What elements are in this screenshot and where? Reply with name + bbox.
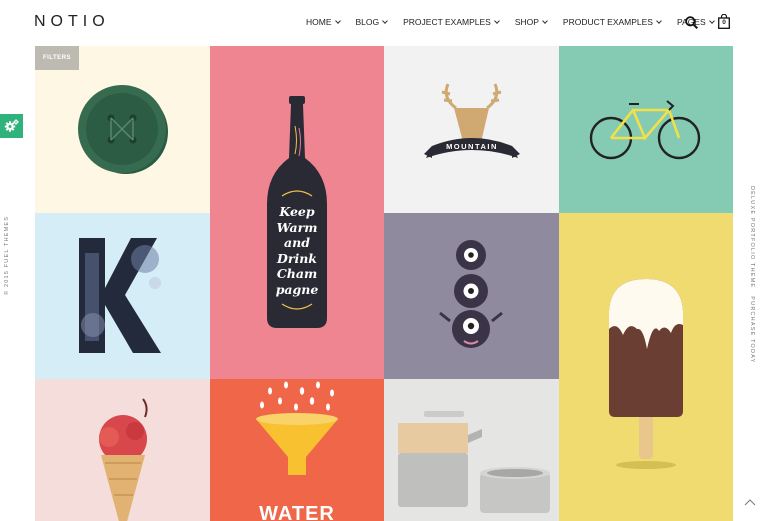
chevron-down-icon: [334, 17, 341, 24]
portfolio-item-bicycle[interactable]: [559, 46, 733, 213]
scroll-to-top-icon[interactable]: [744, 498, 756, 506]
settings-toggle-button[interactable]: [0, 114, 23, 138]
bottle-label: Keep Warm and Drink Cham pagne: [267, 204, 327, 297]
portfolio-item-mountain[interactable]: MOUNTAIN: [384, 46, 559, 213]
portfolio-item-champagne[interactable]: Keep Warm and Drink Cham pagne: [210, 46, 384, 379]
water-text: WATER: [259, 503, 335, 521]
portfolio-item-monster[interactable]: [384, 213, 559, 379]
letter-k-image: [79, 238, 161, 353]
chevron-down-icon: [542, 17, 548, 24]
chevron-down-icon: [656, 17, 662, 24]
nav-item-shop[interactable]: SHOP: [514, 17, 548, 27]
portfolio-item-water[interactable]: WATER: [210, 379, 384, 521]
funnel-image: [256, 381, 338, 475]
portfolio-item-ice-cream[interactable]: [35, 379, 210, 521]
emblem-text: MOUNTAIN: [446, 142, 498, 151]
bicycle-image: [589, 100, 701, 160]
nav-item-label: PRODUCT EXAMPLES: [562, 17, 653, 27]
nav-item-home[interactable]: HOME: [306, 17, 341, 27]
search-icon[interactable]: [685, 16, 698, 29]
portfolio-item-letter-k[interactable]: [35, 213, 210, 379]
bottle-text-line: pagne: [275, 281, 319, 297]
main-nav: HOME BLOG PROJECT EXAMPLES SHOP PRODUCT …: [306, 17, 730, 27]
nav-item-product-examples[interactable]: PRODUCT EXAMPLES: [562, 17, 662, 27]
nav-item-label: HOME: [306, 17, 332, 27]
cart-count: 0: [722, 19, 726, 26]
gears-icon: [4, 119, 19, 132]
chevron-down-icon: [708, 17, 715, 24]
nav-item-label: PROJECT EXAMPLES: [403, 17, 491, 27]
bottle-text-line: Keep: [279, 204, 315, 219]
bottle-text-line: Warm: [276, 219, 318, 235]
nav-item-label: SHOP: [514, 17, 539, 27]
nav-item-label: BLOG: [355, 17, 380, 27]
deer-emblem-image: [424, 83, 520, 158]
chevron-down-icon: [493, 17, 500, 24]
button-image: [78, 85, 168, 174]
chevron-down-icon: [382, 17, 388, 24]
ice-cream-image: [99, 398, 148, 521]
filters-button[interactable]: FILTERS: [35, 46, 79, 70]
popsicle-image: [609, 279, 683, 469]
bottle-text-line: and: [284, 235, 310, 250]
portfolio-item-button[interactable]: [35, 46, 210, 213]
bottle-text-line: Drink: [277, 250, 317, 266]
tagline-text: DELUXE PORTFOLIO THEME: [749, 186, 755, 289]
bottle-text-line: Cham: [276, 266, 318, 281]
portfolio-item-teapot[interactable]: [384, 379, 559, 521]
header: NOTIO HOME BLOG PROJECT EXAMPLES SHOP PR…: [0, 0, 768, 46]
copyright-text: © 2015 FUEL THEMES: [4, 215, 10, 295]
nav-item-blog[interactable]: BLOG: [356, 17, 388, 27]
monster-image: [439, 240, 503, 348]
purchase-link[interactable]: PURCHASE TODAY: [749, 296, 755, 363]
portfolio-item-popsicle[interactable]: [559, 213, 733, 521]
site-logo[interactable]: NOTIO: [34, 13, 110, 31]
side-promo: DELUXE PORTFOLIO THEME PURCHASE TODAY: [749, 186, 755, 372]
nav-item-project-examples[interactable]: PROJECT EXAMPLES: [403, 17, 500, 27]
teapot-image: [398, 411, 550, 513]
